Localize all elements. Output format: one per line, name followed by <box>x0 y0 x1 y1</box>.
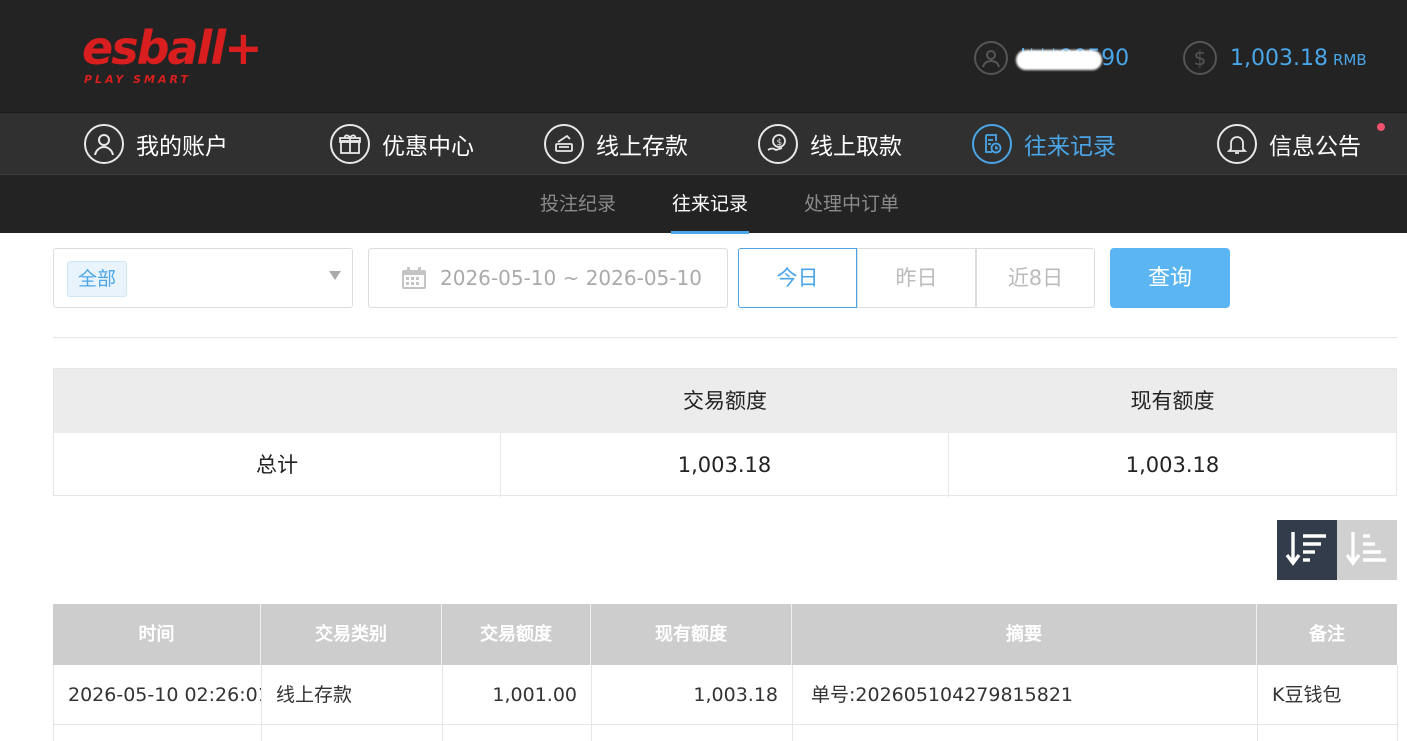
cell-transaction-type: 线上存款 <box>262 665 443 725</box>
header-note: 备注 <box>1309 624 1345 645</box>
header-time: 时间 <box>53 604 261 665</box>
cell-partial <box>793 725 1258 741</box>
cell-partial <box>54 725 262 741</box>
tab-bet-records[interactable]: 投注纪录 <box>540 175 616 234</box>
cell-time: 2026-05-10 02:26:01 <box>54 665 262 725</box>
cell-transaction-amount: 1,001.00 <box>443 665 592 725</box>
cell-partial <box>262 725 443 741</box>
nav-label: 优惠中心 <box>382 134 474 160</box>
summary-header-transaction-amount: 交易额度 <box>683 389 767 413</box>
nav-item-promotions[interactable]: 优惠中心 <box>330 113 474 175</box>
date-range-input[interactable]: 2026-05-10 ~ 2026-05-10 <box>368 248 728 308</box>
table-row-partial <box>53 725 1398 741</box>
nav-item-withdraw[interactable]: $ 线上取款 <box>758 113 902 175</box>
header-summary: 摘要 <box>792 604 1257 665</box>
username: l***90590 <box>1016 46 1129 71</box>
sort-descending-button[interactable] <box>1277 520 1337 580</box>
nav-label: 线上取款 <box>810 134 902 160</box>
top-header: esball+ PLAY SMART l***90590 $ 1,003.18R… <box>0 0 1407 112</box>
sort-ascending-button[interactable] <box>1337 520 1397 580</box>
tab-pending-orders[interactable]: 处理中订单 <box>804 175 899 234</box>
withdraw-icon: $ <box>758 124 798 164</box>
header-transaction-type: 交易类别 <box>261 604 442 665</box>
quick-yesterday-button[interactable]: 昨日 <box>857 248 976 308</box>
selected-type-tag: 全部 <box>67 261 128 297</box>
cell-current-amount: 1,003.18 <box>592 665 793 725</box>
summary-table: 交易额度 现有额度 总计 1,003.18 1,003.18 <box>53 368 1397 497</box>
nav-label: 线上存款 <box>596 134 688 160</box>
balance-amount: 1,003.18 RMB <box>1230 45 1367 71</box>
user-icon <box>974 41 1008 75</box>
cell-note: K豆钱包 <box>1258 665 1398 725</box>
esball-logo[interactable]: esball+ PLAY SMART <box>82 20 263 92</box>
records-header: 时间 交易类别 交易额度 现有额度 摘要 备注 <box>53 604 1397 665</box>
quick-today-button[interactable]: 今日 <box>738 248 857 308</box>
nav-item-records[interactable]: 往来记录 <box>972 113 1116 175</box>
cell-partial <box>592 725 793 741</box>
records-icon <box>972 124 1012 164</box>
header-current-amount: 现有额度 <box>591 604 792 665</box>
calendar-icon <box>401 266 427 290</box>
cell-partial <box>443 725 592 741</box>
tab-transaction-records[interactable]: 往来记录 <box>670 175 750 234</box>
summary-header-current-amount: 现有额度 <box>1130 389 1215 413</box>
table-row: 2026-05-10 02:26:01 线上存款 1,001.00 1,003.… <box>53 665 1398 725</box>
sub-nav: 投注纪录 往来记录 处理中订单 <box>0 174 1407 234</box>
cell-summary: 单号:202605104279815821 <box>793 665 1258 725</box>
nav-item-my-account[interactable]: 我的账户 <box>84 113 228 175</box>
gift-icon <box>330 124 370 164</box>
currency-unit: RMB <box>1332 50 1367 69</box>
deposit-icon <box>544 124 584 164</box>
dollar-icon: $ <box>1183 41 1217 75</box>
nav-item-deposit[interactable]: 线上存款 <box>544 113 688 175</box>
username-redaction <box>1016 49 1102 70</box>
logo-text: esball+ <box>82 21 263 75</box>
balance-info: $ 1,003.18 RMB <box>1183 40 1367 76</box>
nav-label: 我的账户 <box>136 134 228 160</box>
nav-item-announcements[interactable]: 信息公告 <box>1217 113 1361 175</box>
summary-transaction-amount: 1,003.18 <box>501 433 949 497</box>
main-nav: 我的账户 优惠中心 线上存款 $ 线上取款 往来记录 信息公告 <box>0 112 1407 174</box>
sort-descending-icon <box>1285 528 1329 572</box>
divider <box>53 337 1397 338</box>
date-range-value: 2026-05-10 ~ 2026-05-10 <box>440 266 702 290</box>
svg-text:$: $ <box>777 138 783 148</box>
user-info[interactable]: l***90590 <box>974 40 1129 76</box>
summary-current-amount: 1,003.18 <box>1125 453 1220 477</box>
summary-header-blank <box>54 369 501 433</box>
nav-label: 信息公告 <box>1269 134 1361 160</box>
cell-partial <box>1258 725 1398 741</box>
bell-icon <box>1217 124 1257 164</box>
transaction-type-select[interactable]: 全部 <box>53 248 353 308</box>
quick-last-8-days-button[interactable]: 近8日 <box>976 248 1095 308</box>
query-button[interactable]: 查询 <box>1110 248 1230 308</box>
logo-tagline: PLAY SMART <box>84 73 191 86</box>
header-transaction-amount: 交易额度 <box>442 604 591 665</box>
nav-label: 往来记录 <box>1024 134 1116 160</box>
notification-dot <box>1377 123 1385 131</box>
sort-ascending-icon <box>1345 528 1389 572</box>
user-icon <box>84 124 124 164</box>
chevron-down-icon <box>329 271 341 280</box>
summary-total-label: 总计 <box>54 433 501 497</box>
summary-header: 交易额度 现有额度 <box>54 369 1396 433</box>
